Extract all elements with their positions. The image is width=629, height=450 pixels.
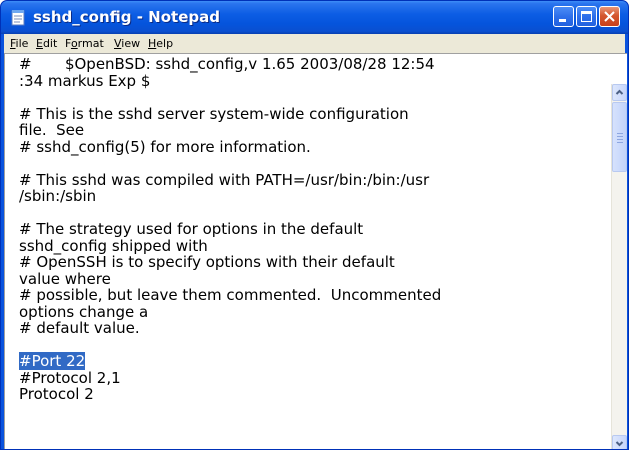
- text-line[interactable]: # This sshd was compiled with PATH=/usr/…: [19, 170, 609, 189]
- menu-help[interactable]: Help: [146, 34, 175, 53]
- selected-text: #Port 22: [19, 352, 86, 370]
- menu-bar: File Edit Format View Help: [4, 34, 625, 53]
- text-line[interactable]: [19, 337, 609, 354]
- window-title: sshd_config - Notepad: [33, 8, 220, 26]
- text-line[interactable]: [19, 89, 609, 106]
- text-line-content: sshd_config shipped with: [19, 236, 208, 255]
- text-line[interactable]: options change a: [19, 302, 609, 321]
- text-line-content: # default value.: [19, 319, 140, 337]
- menu-view[interactable]: View: [112, 34, 142, 53]
- editor-text[interactable]: # $OpenBSD: sshd_config,v 1.65 2003/08/2…: [19, 56, 609, 403]
- minimize-icon: [559, 19, 566, 22]
- text-line[interactable]: #Port 22: [19, 352, 609, 370]
- text-line[interactable]: [19, 205, 609, 222]
- text-line[interactable]: file. See: [19, 122, 609, 139]
- chevron-down-icon: [615, 441, 624, 447]
- title-bar[interactable]: sshd_config - Notepad: [1, 1, 628, 34]
- text-line[interactable]: /sbin:/sbin: [19, 188, 609, 205]
- text-line[interactable]: sshd_config shipped with: [19, 236, 609, 255]
- text-line-content: /sbin:/sbin: [19, 187, 97, 205]
- text-line[interactable]: [19, 155, 609, 172]
- menu-format[interactable]: Format: [63, 34, 106, 53]
- text-editor[interactable]: # $OpenBSD: sshd_config,v 1.65 2003/08/2…: [4, 53, 627, 449]
- text-line-content: # $OpenBSD: sshd_config,v 1.65 2003/08/2…: [19, 55, 435, 73]
- menu-edit[interactable]: Edit: [34, 34, 59, 53]
- menu-file[interactable]: File: [8, 34, 30, 53]
- text-line[interactable]: # possible, but leave them commented. Un…: [19, 287, 609, 304]
- text-line[interactable]: # This is the sshd server system-wide co…: [19, 104, 609, 123]
- text-line[interactable]: # OpenSSH is to specify options with the…: [19, 254, 609, 271]
- grip-line: [617, 142, 623, 143]
- text-line-content: #Protocol 2,1: [19, 368, 121, 387]
- text-line[interactable]: # sshd_config(5) for more information.: [19, 137, 609, 156]
- text-line-content: # sshd_config(5) for more information.: [19, 137, 311, 156]
- notepad-icon: [11, 10, 25, 26]
- grip-line: [617, 136, 623, 137]
- text-line-content: options change a: [19, 302, 149, 321]
- text-line[interactable]: #Protocol 2,1: [19, 368, 609, 387]
- maximize-button[interactable]: [576, 6, 597, 27]
- text-line-content: # OpenSSH is to specify options with the…: [19, 253, 395, 271]
- text-line-content: :34 markus Exp $: [19, 71, 151, 90]
- text-line-content: Protocol 2: [19, 385, 94, 403]
- text-line[interactable]: value where: [19, 269, 609, 288]
- close-icon: [604, 11, 615, 22]
- minimize-button[interactable]: [553, 6, 574, 27]
- grip-line: [617, 133, 623, 134]
- text-line-content: # possible, but leave them commented. Un…: [19, 286, 442, 304]
- maximize-icon: [581, 11, 592, 22]
- chevron-up-icon: [615, 89, 624, 95]
- text-line[interactable]: # default value.: [19, 320, 609, 337]
- grip-line: [617, 139, 623, 140]
- text-line-content: # The strategy used for options in the d…: [19, 220, 364, 238]
- text-line[interactable]: # $OpenBSD: sshd_config,v 1.65 2003/08/2…: [19, 56, 609, 73]
- text-line-content: file. See: [19, 121, 85, 139]
- notepad-window: sshd_config - Notepad File Edit Format V…: [0, 0, 629, 450]
- scroll-up-button[interactable]: [612, 84, 627, 101]
- close-button[interactable]: [599, 6, 620, 27]
- text-line[interactable]: :34 markus Exp $: [19, 71, 609, 90]
- text-line-content: value where: [19, 269, 111, 288]
- text-line-content: # This is the sshd server system-wide co…: [19, 104, 409, 123]
- text-line[interactable]: # The strategy used for options in the d…: [19, 221, 609, 238]
- scroll-thumb[interactable]: [612, 102, 627, 172]
- text-line-content: # This sshd was compiled with PATH=/usr/…: [19, 170, 430, 189]
- scroll-down-button[interactable]: [612, 435, 627, 449]
- text-line[interactable]: Protocol 2: [19, 386, 609, 403]
- vertical-scrollbar[interactable]: [611, 84, 627, 449]
